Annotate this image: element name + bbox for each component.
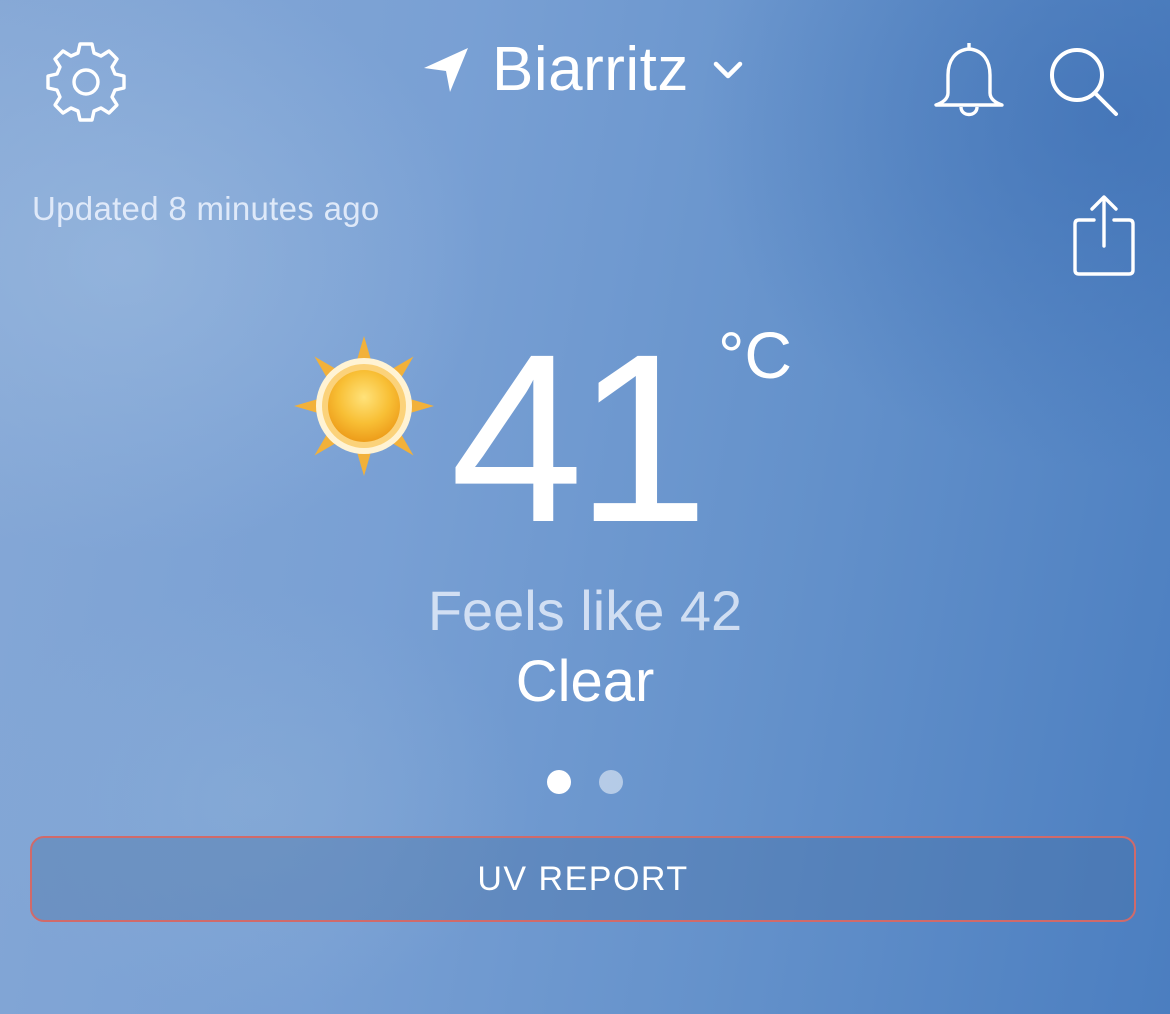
search-icon <box>1046 44 1122 120</box>
location-selector[interactable]: Biarritz <box>420 30 745 110</box>
weather-condition: Clear <box>515 649 655 714</box>
sun-icon <box>292 334 436 478</box>
page-dot-1[interactable] <box>547 770 571 794</box>
settings-button[interactable] <box>44 40 128 124</box>
page-indicator[interactable] <box>547 770 623 794</box>
share-icon <box>1071 192 1137 278</box>
updated-timestamp: Updated 8 minutes ago <box>32 190 380 227</box>
current-temperature: 41 <box>450 304 709 572</box>
uv-report-label: UV REPORT <box>477 859 689 898</box>
temperature-unit: °C <box>718 318 793 392</box>
chevron-down-icon <box>711 53 745 87</box>
location-name: Biarritz <box>492 35 689 104</box>
notifications-button[interactable] <box>928 38 1010 124</box>
search-button[interactable] <box>1044 42 1124 122</box>
feels-like: Feels like 42 <box>427 579 743 642</box>
uv-report-button[interactable]: UV REPORT <box>30 836 1136 922</box>
bell-icon <box>930 39 1008 123</box>
share-button[interactable] <box>1066 190 1142 280</box>
location-arrow-icon <box>420 44 472 96</box>
gear-icon <box>46 42 126 122</box>
weather-screen: Biarritz Updated 8 minutes ago 41 °C Fee… <box>0 0 1170 1014</box>
page-dot-2[interactable] <box>599 770 623 794</box>
